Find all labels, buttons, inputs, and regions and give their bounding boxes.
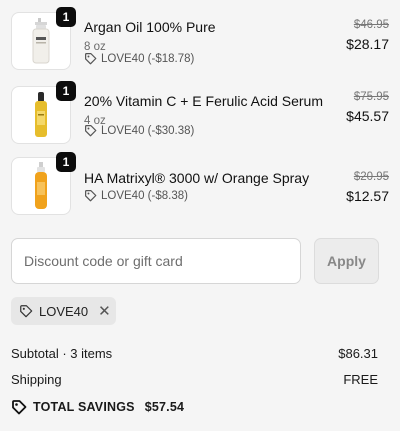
quantity-badge: 1 [56,7,76,27]
line-item: 1 Argan Oil 100% Pure 8 oz LOVE40 (-$18.… [11,7,389,70]
apply-button[interactable]: Apply [314,238,379,284]
subtotal-row: Subtotal · 3 items $86.31 [11,346,378,361]
tag-icon [85,125,97,137]
item-discount: LOVE40 (-$8.38) [84,189,188,202]
product-image: 1 [11,152,76,215]
final-price: $12.57 [346,188,389,204]
applied-discount-code: LOVE40 [39,303,89,319]
quantity-badge: 1 [56,81,76,101]
item-discount-text: LOVE40 (-$8.38) [101,189,188,202]
shipping-value: FREE [343,372,378,387]
discount-code-placeholder: Discount code or gift card [24,253,183,269]
tag-icon [20,305,33,318]
line-item: 1 20% Vitamin C + E Ferulic Acid Serum 4… [11,81,389,144]
original-price: $75.95 [353,91,389,103]
item-discount: LOVE40 (-$18.78) [84,52,194,65]
tag-icon [12,400,27,415]
quantity-badge: 1 [56,152,76,172]
subtotal-value: $86.31 [338,346,378,361]
shipping-row: Shipping FREE [11,372,378,387]
original-price: $20.95 [353,171,389,183]
product-name: HA Matrixyl® 3000 w/ Orange Spray [84,170,310,186]
total-savings-label: TOTAL SAVINGS [33,400,135,414]
product-name: 20% Vitamin C + E Ferulic Acid Serum [84,93,324,109]
shipping-label: Shipping [11,372,62,387]
subtotal-label: Subtotal · 3 items [11,346,113,361]
product-name: Argan Oil 100% Pure [84,19,216,35]
discount-code-input[interactable]: Discount code or gift card [11,238,301,284]
line-item: 1 HA Matrixyl® 3000 w/ Orange Spray LOVE… [11,152,389,215]
remove-discount-icon[interactable]: ✕ [98,302,111,320]
item-discount: LOVE40 (-$30.38) [84,124,194,137]
total-savings: TOTAL SAVINGS $57.54 [11,399,184,415]
applied-discount-chip: LOVE40 ✕ [11,297,116,325]
product-image: 1 [11,81,76,144]
total-savings-value: $57.54 [144,400,185,414]
tag-icon [85,190,97,202]
final-price: $28.17 [346,36,389,52]
item-discount-text: LOVE40 (-$30.38) [101,124,195,137]
product-image: 1 [11,7,76,70]
final-price: $45.57 [346,108,389,124]
original-price: $46.95 [353,19,389,31]
item-discount-text: LOVE40 (-$18.78) [101,52,195,65]
tag-icon [85,53,97,65]
